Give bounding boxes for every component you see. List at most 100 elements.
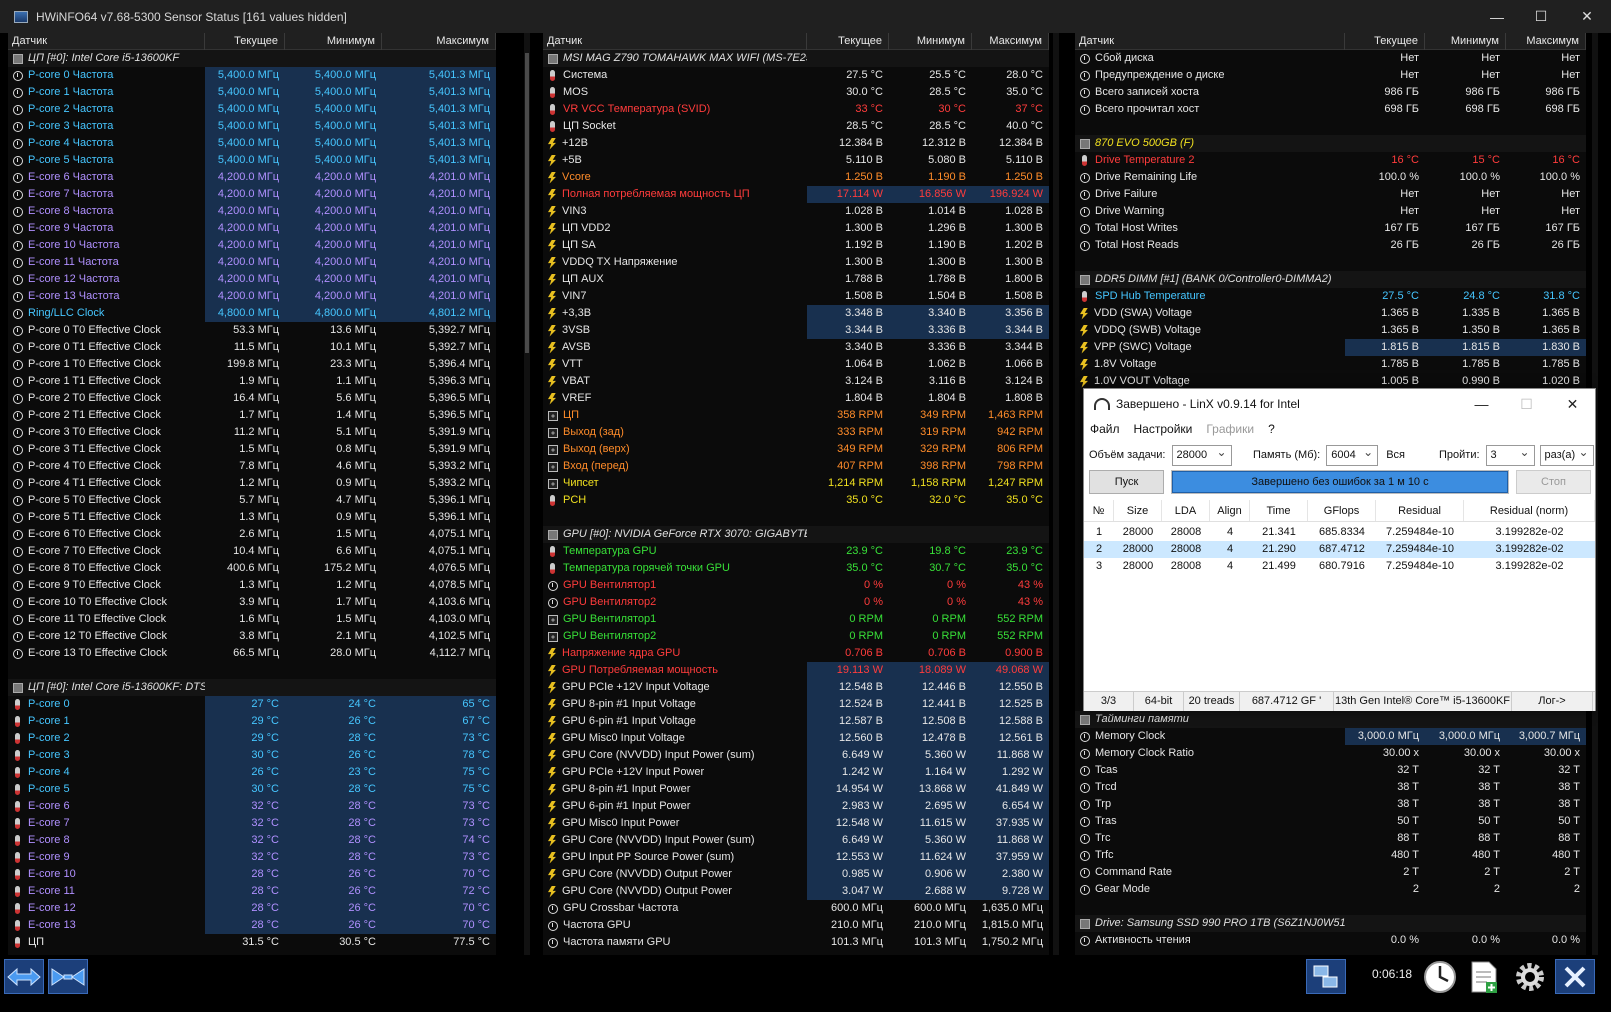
sensor-group-header[interactable]: Drive: Samsung SSD 990 PRO 1TB (S6Z1NJ0W… bbox=[1075, 915, 1586, 932]
sensor-row[interactable]: P-core 0 27 °C 24 °C 65 °C bbox=[8, 696, 496, 713]
menu-file[interactable]: Файл bbox=[1090, 422, 1120, 436]
sensor-row[interactable]: VPP (SWC) Voltage 1.815 В 1.815 В 1.830 В bbox=[1075, 339, 1586, 356]
gear-icon[interactable] bbox=[1510, 959, 1550, 994]
sensor-row[interactable]: VIN3 1.028 В 1.014 В 1.028 В bbox=[543, 203, 1049, 220]
sensor-row[interactable]: GPU Вентилятор2 0 RPM 0 RPM 552 RPM bbox=[543, 628, 1049, 645]
panel-1-scrollbar[interactable] bbox=[524, 33, 530, 955]
sensor-row[interactable]: P-core 3 Частота 5,400.0 МГц 5,400.0 МГц 5,… bbox=[8, 118, 496, 135]
sensor-row[interactable]: P-core 1 T0 Effective Clock 199.8 МГц 23.3… bbox=[8, 356, 496, 373]
sensor-row[interactable]: E-core 7 32 °C 28 °C 73 °C bbox=[8, 815, 496, 832]
sensor-group-header[interactable]: 870 EVO 500GB (F) bbox=[1075, 135, 1586, 152]
sensor-row[interactable]: P-core 1 29 °C 26 °C 67 °C bbox=[8, 713, 496, 730]
sensor-row[interactable]: PCH 35.0 °C 32.0 °C 35.0 °C bbox=[543, 492, 1049, 509]
sensor-row[interactable]: Vcore 1.250 В 1.190 В 1.250 В bbox=[543, 169, 1049, 186]
sensor-row[interactable]: E-core 8 Частота 4,200.0 МГц 4,200.0 МГц 4,… bbox=[8, 203, 496, 220]
sensor-row[interactable]: VR VCC Температура (SVID) 33 °C 30 °C 37 °C bbox=[543, 101, 1049, 118]
menu-help[interactable]: ? bbox=[1268, 422, 1275, 436]
sensor-row[interactable]: Tras 50 T 50 T 50 T bbox=[1075, 813, 1586, 830]
sensor-row[interactable]: GPU Misc0 Input Power 12.548 W 11.615 W 37.… bbox=[543, 815, 1049, 832]
sensor-row[interactable]: VDDQ (SWB) Voltage 1.365 В 1.350 В 1.365 В bbox=[1075, 322, 1586, 339]
sensor-row[interactable]: Частота GPU 210.0 МГц 210.0 МГц 1,815.0 МГц bbox=[543, 917, 1049, 934]
sensor-row[interactable]: P-core 0 T0 Effective Clock 53.3 МГц 13.6 … bbox=[8, 322, 496, 339]
sensor-row[interactable]: Вход (перед) 407 RPM 398 RPM 798 RPM bbox=[543, 458, 1049, 475]
results-column-header[interactable]: GFlops bbox=[1308, 500, 1376, 521]
sensor-row[interactable]: P-core 3 T1 Effective Clock 1.5 МГц 0.8 МГ… bbox=[8, 441, 496, 458]
sensor-row[interactable]: P-core 0 T1 Effective Clock 11.5 МГц 10.1 … bbox=[8, 339, 496, 356]
sensor-row[interactable]: P-core 4 Частота 5,400.0 МГц 5,400.0 МГц 5,… bbox=[8, 135, 496, 152]
sensor-row[interactable]: P-core 0 Частота 5,400.0 МГц 5,400.0 МГц 5,… bbox=[8, 67, 496, 84]
sensor-row[interactable]: Drive Failure Нет Нет Нет bbox=[1075, 186, 1586, 203]
sensor-row[interactable]: ЦП 31.5 °C 30.5 °C 77.5 °C bbox=[8, 934, 496, 951]
header-max[interactable]: Максимум bbox=[382, 33, 496, 50]
sensor-row[interactable]: VBAT 3.124 В 3.116 В 3.124 В bbox=[543, 373, 1049, 390]
sensor-row[interactable]: GPU Input PP Source Power (sum) 12.553 W1… bbox=[543, 849, 1049, 866]
header-min[interactable]: Минимум bbox=[285, 33, 382, 50]
sensor-row[interactable]: Drive Temperature 2 16 °C 15 °C 16 °C bbox=[1075, 152, 1586, 169]
sensor-row[interactable]: P-core 5 Частота 5,400.0 МГц 5,400.0 МГц 5,… bbox=[8, 152, 496, 169]
sensor-row[interactable]: AVSB 3.340 В 3.336 В 3.344 В bbox=[543, 339, 1049, 356]
sensor-row[interactable]: GPU 8-pin #1 Input Voltage 12.524 В 12.441… bbox=[543, 696, 1049, 713]
sensor-row[interactable]: GPU Core (NVVDD) Input Power (sum) 6.649 … bbox=[543, 747, 1049, 764]
sensor-row[interactable]: ЦП SA 1.192 В 1.190 В 1.202 В bbox=[543, 237, 1049, 254]
sensor-row[interactable]: P-core 4 T1 Effective Clock 1.2 МГц 0.9 МГ… bbox=[8, 475, 496, 492]
sensor-row[interactable]: P-core 2 T1 Effective Clock 1.7 МГц 1.4 МГ… bbox=[8, 407, 496, 424]
sensor-row[interactable]: Всего прочитал хост 698 ГБ 698 ГБ 698 ГБ bbox=[1075, 101, 1586, 118]
sensor-row[interactable]: VTT 1.064 В 1.062 В 1.066 В bbox=[543, 356, 1049, 373]
sensor-row[interactable]: P-core 2 T0 Effective Clock 16.4 МГц 5.6 М… bbox=[8, 390, 496, 407]
network-icon[interactable] bbox=[1306, 959, 1346, 994]
results-column-header[interactable]: Time bbox=[1250, 500, 1308, 521]
sensor-row[interactable]: MOS 30.0 °C 28.5 °C 35.0 °C bbox=[543, 84, 1049, 101]
sensor-row[interactable]: GPU Core (NVVDD) Output Power 0.985 W 0.90… bbox=[543, 866, 1049, 883]
sensor-group-header[interactable]: ЦП [#0]: Intel Core i5-13600KF bbox=[8, 50, 496, 67]
results-column-header[interactable]: Size bbox=[1114, 500, 1162, 521]
sensor-row[interactable]: Command Rate 2 T 2 T 2 T bbox=[1075, 864, 1586, 881]
sensor-row[interactable]: E-core 10 Частота 4,200.0 МГц 4,200.0 МГц 4… bbox=[8, 237, 496, 254]
sensor-row[interactable]: E-core 11 T0 Effective Clock 1.6 МГц 1.5 М… bbox=[8, 611, 496, 628]
linx-close-button[interactable]: ✕ bbox=[1550, 389, 1595, 419]
sensor-row[interactable]: +5В 5.110 В 5.080 В 5.110 В bbox=[543, 152, 1049, 169]
sensor-row[interactable]: E-core 9 32 °C 28 °C 73 °C bbox=[8, 849, 496, 866]
sensor-row[interactable]: Напряжение ядра GPU 0.706 В 0.706 В 0.900 В bbox=[543, 645, 1049, 662]
results-column-header[interactable]: Align bbox=[1210, 500, 1250, 521]
sensor-row[interactable]: Частота памяти GPU 101.3 МГц 101.3 МГц 1,75… bbox=[543, 934, 1049, 951]
sensor-row[interactable]: Memory Clock 3,000.0 МГц 3,000.0 МГц 3,000.… bbox=[1075, 728, 1586, 745]
sensor-row[interactable]: E-core 11 28 °C 26 °C 72 °C bbox=[8, 883, 496, 900]
sensor-row[interactable]: 1.8V Voltage 1.785 В 1.785 В 1.785 В bbox=[1075, 356, 1586, 373]
sensor-row[interactable]: +3,3В 3.348 В 3.340 В 3.356 В bbox=[543, 305, 1049, 322]
sensor-row[interactable]: Сбой диска Нет Нет Нет bbox=[1075, 50, 1586, 67]
memory-all-label[interactable]: Вся bbox=[1386, 449, 1405, 461]
task-size-combo[interactable]: 28000 bbox=[1171, 443, 1232, 466]
sensor-row[interactable]: Tcas 32 T 32 T 32 T bbox=[1075, 762, 1586, 779]
sensor-row[interactable]: VDD (SWA) Voltage 1.365 В 1.335 В 1.365 В bbox=[1075, 305, 1586, 322]
sensor-row[interactable]: Температура GPU 23.9 °C 19.8 °C 23.9 °C bbox=[543, 543, 1049, 560]
sensor-row[interactable]: VIN7 1.508 В 1.504 В 1.508 В bbox=[543, 288, 1049, 305]
collapse-arrows-icon[interactable] bbox=[48, 959, 88, 994]
sensor-row[interactable]: GPU Потребляемая мощность 19.113 W 18.089 … bbox=[543, 662, 1049, 679]
sensor-row[interactable]: P-core 3 30 °C 26 °C 78 °C bbox=[8, 747, 496, 764]
sensor-row[interactable]: Drive Remaining Life 100.0 % 100.0 % 100.0 … bbox=[1075, 169, 1586, 186]
minimize-button[interactable]: — bbox=[1474, 0, 1520, 33]
sensor-row[interactable]: Полная потребляемая мощность ЦП 17.114 W1… bbox=[543, 186, 1049, 203]
sensor-row[interactable]: P-core 2 Частота 5,400.0 МГц 5,400.0 МГц 5,… bbox=[8, 101, 496, 118]
header-sensor[interactable]: Датчик bbox=[543, 33, 807, 50]
sensor-row[interactable]: E-core 13 T0 Effective Clock 66.5 МГц 28.0… bbox=[8, 645, 496, 662]
sensor-row[interactable]: GPU Crossbar Частота 600.0 МГц 600.0 МГц 1,… bbox=[543, 900, 1049, 917]
close-button[interactable]: ✕ bbox=[1564, 0, 1610, 33]
sensor-row[interactable]: P-core 4 T0 Effective Clock 7.8 МГц 4.6 МГ… bbox=[8, 458, 496, 475]
sensor-row[interactable]: Memory Clock Ratio 30.00 x 30.00 x 30.00 x bbox=[1075, 745, 1586, 762]
menu-settings[interactable]: Настройки bbox=[1134, 422, 1193, 436]
sensor-row[interactable]: P-core 5 T1 Effective Clock 1.3 МГц 0.9 МГ… bbox=[8, 509, 496, 526]
sensor-row[interactable]: P-core 4 26 °C 23 °C 75 °C bbox=[8, 764, 496, 781]
sensor-row[interactable]: Ring/LLC Clock 4,800.0 МГц 4,800.0 МГц 4,80… bbox=[8, 305, 496, 322]
sensor-row[interactable]: GPU PCIe +12V Input Power 1.242 W 1.164 W1… bbox=[543, 764, 1049, 781]
sensor-row[interactable]: E-core 12 28 °C 26 °C 70 °C bbox=[8, 900, 496, 917]
sensor-row[interactable]: E-core 11 Частота 4,200.0 МГц 4,200.0 МГц 4… bbox=[8, 254, 496, 271]
sensor-row[interactable]: ЦП 358 RPM 349 RPM 1,463 RPM bbox=[543, 407, 1049, 424]
linx-minimize-button[interactable]: — bbox=[1459, 389, 1504, 419]
sensor-row[interactable]: E-core 7 T0 Effective Clock 10.4 МГц 6.6 М… bbox=[8, 543, 496, 560]
sensor-row[interactable]: ЦП VDD2 1.300 В 1.296 В 1.300 В bbox=[543, 220, 1049, 237]
sensor-row[interactable]: E-core 6 Частота 4,200.0 МГц 4,200.0 МГц 4,… bbox=[8, 169, 496, 186]
times-combo[interactable]: раз(а) bbox=[1539, 443, 1594, 466]
sensor-row[interactable]: VREF 1.804 В 1.804 В 1.808 В bbox=[543, 390, 1049, 407]
maximize-button[interactable]: ☐ bbox=[1518, 0, 1564, 33]
